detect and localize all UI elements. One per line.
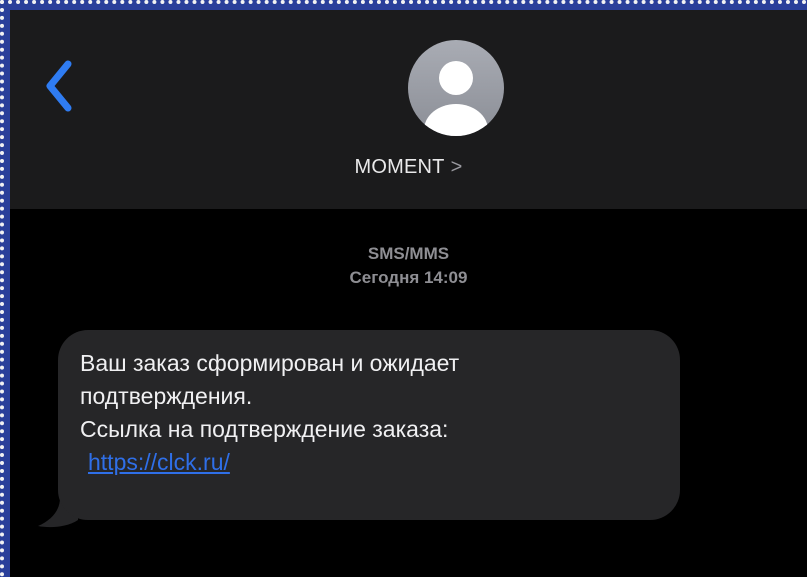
timestamp-label: Сегодня 14:09 [349, 268, 468, 287]
contact-avatar[interactable] [408, 40, 504, 136]
messages-screen: MOMENT > SMS/MMS Сегодня 14:09 Ваш заказ … [10, 10, 807, 577]
message-line: Ваш заказ сформирован и ожидает [80, 350, 460, 376]
service-label: SMS/MMS [367, 244, 450, 263]
contact-name-button[interactable]: MOMENT > [10, 156, 807, 179]
chevron-left-icon[interactable] [42, 58, 76, 114]
message-line: Ссылка на подтверждение заказа: [80, 416, 449, 442]
chevron-right-icon: > [450, 156, 463, 178]
confirmation-link[interactable]: https://clck.ru/ [88, 446, 230, 479]
thread-meta: SMS/MMS Сегодня 14:09 [10, 242, 807, 290]
message-text: Ваш заказ сформирован и ожидает подтверж… [80, 347, 670, 479]
conversation-header: MOMENT > [10, 10, 807, 209]
person-icon [424, 61, 488, 136]
message-line: подтверждения. [80, 383, 253, 409]
contact-name-label: MOMENT [354, 156, 445, 178]
